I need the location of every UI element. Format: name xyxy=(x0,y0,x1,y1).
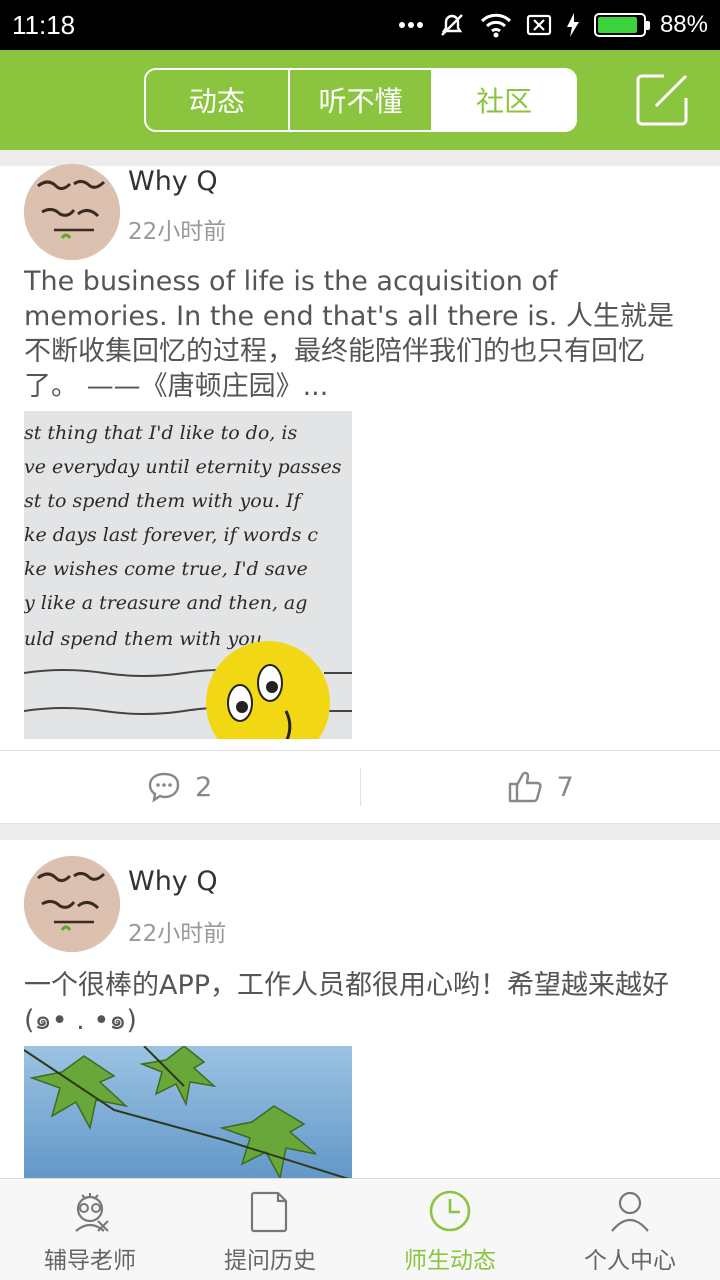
battery-percent: 88% xyxy=(659,11,708,38)
thumbs-up-icon xyxy=(508,771,542,803)
handwriting-line: ke days last forever, if words c xyxy=(24,524,318,546)
status-time: 11:18 xyxy=(12,9,76,40)
status-bar: 11:18 88% xyxy=(0,0,720,50)
handwriting-line: y like a treasure and then, ag xyxy=(24,592,307,614)
teacher-icon xyxy=(75,1193,109,1232)
segmented-control: 动态 听不懂 社区 xyxy=(144,68,577,132)
handwriting-line: uld spend them with you. xyxy=(24,628,268,650)
tab-teacher-student-updates[interactable]: 师生动态 xyxy=(360,1179,540,1280)
handwriting-line: st thing that I'd like to do, is xyxy=(24,422,297,444)
post-text[interactable]: The business of life is the acquisition … xyxy=(24,264,696,404)
no-sim-icon xyxy=(526,14,552,36)
post-card[interactable]: Why Q 22小时前 一个很棒的APP，工作人员都很用心哟！希望越来越好(๑•… xyxy=(0,840,720,1178)
tab-question-history[interactable]: 提问历史 xyxy=(180,1179,360,1280)
handwriting-line: ve everyday until eternity passes xyxy=(24,456,342,478)
tab-tutors[interactable]: 辅导老师 xyxy=(0,1179,180,1280)
handwriting-line: st to spend them with you. If xyxy=(24,490,304,512)
tab-label: 师生动态 xyxy=(404,1248,496,1274)
comment-count: 2 xyxy=(195,771,213,803)
bottom-tab-bar: 辅导老师 提问历史 师生动态 个人中心 xyxy=(0,1178,720,1280)
document-icon xyxy=(250,1191,288,1233)
post-time: 22小时前 xyxy=(128,219,227,245)
comment-button[interactable]: 2 xyxy=(0,771,360,803)
post-text[interactable]: 一个很棒的APP，工作人员都很用心哟！希望越来越好(๑• . •๑) xyxy=(24,968,696,1038)
tab-community[interactable]: 社区 xyxy=(433,70,575,130)
tab-dont-understand[interactable]: 听不懂 xyxy=(290,70,434,130)
top-bar: 动态 听不懂 社区 xyxy=(0,50,720,150)
post-author[interactable]: Why Q xyxy=(128,166,218,197)
tab-label: 个人中心 xyxy=(584,1248,676,1274)
battery-icon xyxy=(593,13,650,37)
tab-label: 辅导老师 xyxy=(44,1248,136,1274)
post-card[interactable]: Why Q 22小时前 The business of life is the … xyxy=(0,164,720,824)
comment-icon xyxy=(148,772,180,803)
person-icon xyxy=(611,1191,649,1232)
handwriting-line: ke wishes come true, I'd save xyxy=(24,558,308,580)
post-author[interactable]: Why Q xyxy=(128,866,218,897)
clock-icon xyxy=(429,1190,471,1232)
like-count: 7 xyxy=(556,771,574,803)
battery-level xyxy=(597,17,637,33)
like-button[interactable]: 7 xyxy=(361,770,720,804)
tab-dynamics[interactable]: 动态 xyxy=(146,70,290,130)
tab-personal-center[interactable]: 个人中心 xyxy=(540,1179,720,1280)
feed[interactable]: Why Q 22小时前 The business of life is the … xyxy=(0,150,720,1178)
avatar[interactable] xyxy=(24,856,120,952)
post-image[interactable] xyxy=(24,1046,352,1178)
post-time: 22小时前 xyxy=(128,921,227,947)
tab-label: 提问历史 xyxy=(224,1248,316,1274)
post-image[interactable]: st thing that I'd like to do, is ve ever… xyxy=(24,411,352,739)
more-dots-icon xyxy=(398,20,424,30)
post-actions: 2 7 xyxy=(0,750,720,824)
wifi-icon xyxy=(480,12,512,38)
charging-icon xyxy=(566,13,580,37)
avatar[interactable] xyxy=(24,164,120,260)
compose-icon[interactable] xyxy=(634,72,690,128)
alarm-off-icon xyxy=(438,11,466,39)
